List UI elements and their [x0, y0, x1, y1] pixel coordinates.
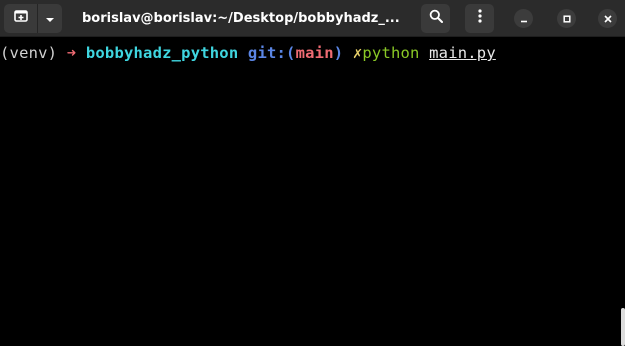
prompt-line: (venv) ➜ bobbyhadz_python git:(main) ✗py…: [0, 43, 496, 63]
branch-open-paren: (: [286, 44, 296, 62]
header-bar: borislav@borislav:~/Desktop/bobbyhadz_..…: [0, 0, 625, 37]
kebab-menu-icon: [477, 9, 482, 28]
venv-indicator: (venv): [0, 44, 58, 62]
menu-button[interactable]: [465, 4, 494, 33]
current-directory: bobbyhadz_python: [85, 44, 239, 62]
terminal-window: borislav@borislav:~/Desktop/bobbyhadz_..…: [0, 0, 625, 346]
maximize-icon: [562, 10, 571, 28]
branch-close-paren: ): [333, 44, 344, 62]
new-tab-icon: [13, 9, 28, 28]
prompt-arrow: ➜: [66, 44, 77, 62]
maximize-button[interactable]: [557, 9, 576, 28]
dirty-mark: ✗: [352, 44, 363, 62]
new-tab-split-button: [4, 4, 62, 33]
scrollbar-thumb[interactable]: [621, 308, 625, 346]
window-title: borislav@borislav:~/Desktop/bobbyhadz_..…: [82, 11, 400, 26]
minimize-button[interactable]: [514, 9, 533, 28]
command-name: python: [362, 44, 420, 62]
search-icon: [429, 9, 443, 28]
git-branch: main: [295, 44, 334, 62]
search-button[interactable]: [421, 4, 450, 33]
terminal-output[interactable]: (venv) ➜ bobbyhadz_python git:(main) ✗py…: [0, 37, 625, 346]
minimize-icon: [520, 10, 528, 28]
command-argument: main.py: [429, 44, 496, 62]
close-icon: [603, 10, 612, 28]
close-button[interactable]: [598, 9, 617, 28]
tab-dropdown-button[interactable]: [38, 4, 62, 33]
git-label: git:: [247, 44, 287, 62]
new-tab-button[interactable]: [4, 4, 37, 33]
chevron-down-icon: [45, 10, 55, 28]
